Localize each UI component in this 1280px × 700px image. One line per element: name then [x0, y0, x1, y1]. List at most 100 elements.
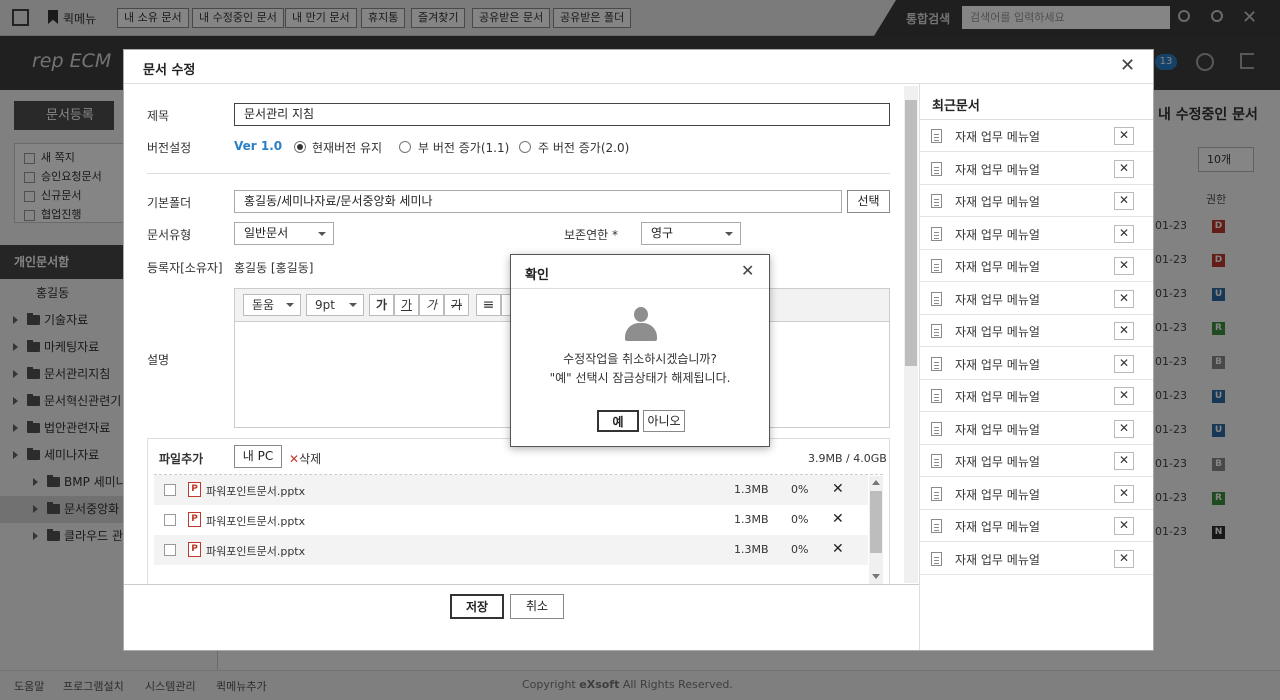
recent-remove-button[interactable]: ✕ — [1114, 517, 1134, 535]
recent-doc-item[interactable]: 자재 업무 메뉴얼 ✕ — [920, 218, 1153, 250]
close-icon: ✕ — [1119, 355, 1130, 370]
retention-label: 보존연한 * — [564, 228, 618, 242]
recent-doc-item[interactable]: 자재 업무 메뉴얼 ✕ — [920, 348, 1153, 380]
file-size: 1.3MB — [734, 543, 769, 556]
recent-remove-button[interactable]: ✕ — [1114, 289, 1134, 308]
file-checkbox[interactable] — [164, 484, 176, 496]
strike-button[interactable]: 가 — [444, 294, 469, 316]
recent-doc-item[interactable]: 자재 업무 메뉴얼 ✕ — [920, 445, 1153, 477]
align-left-button[interactable]: ≡ — [476, 294, 501, 316]
file-list-scrollbar[interactable] — [869, 476, 883, 584]
recent-doc-item[interactable]: 자재 업무 메뉴얼 ✕ — [920, 315, 1153, 347]
italic-button[interactable]: 가 — [419, 294, 444, 316]
recent-doc-item[interactable]: 자재 업무 메뉴얼 ✕ — [920, 478, 1153, 510]
owner-value: 홍길동 [홍길동] — [234, 261, 314, 275]
document-icon — [931, 194, 942, 208]
recent-remove-button[interactable]: ✕ — [1114, 419, 1134, 438]
close-icon: ✕ — [1119, 420, 1130, 435]
retention-select[interactable]: 영구 — [641, 222, 741, 245]
font-family-select[interactable]: 돋움 — [243, 294, 301, 316]
recent-doc-title: 자재 업무 메뉴얼 — [955, 195, 1040, 209]
recent-remove-button[interactable]: ✕ — [1114, 159, 1134, 178]
recent-doc-title: 자재 업무 메뉴얼 — [955, 162, 1040, 177]
file-row[interactable]: P 파워포인트문서.pptx 1.3MB 0% ✕ — [154, 475, 868, 505]
recent-doc-item[interactable]: 자재 업무 메뉴얼 ✕ — [920, 120, 1153, 152]
close-icon: ✕ — [1119, 323, 1130, 337]
doctype-value: 일반문서 — [244, 226, 289, 240]
title-input[interactable]: 문서관리 지침 — [234, 103, 890, 126]
file-remove-icon[interactable]: ✕ — [832, 481, 844, 497]
confirm-yes-button[interactable]: 예 — [597, 410, 639, 432]
confirm-message-2: "예" 선택시 잠금상태가 해제됩니다. — [549, 371, 731, 385]
font-size-value: 9pt — [315, 298, 335, 312]
file-remove-icon[interactable]: ✕ — [832, 511, 844, 527]
recent-remove-button[interactable]: ✕ — [1114, 549, 1134, 568]
recent-remove-button[interactable]: ✕ — [1114, 322, 1134, 340]
recent-docs-title: 최근문서 — [932, 99, 980, 114]
file-checkbox[interactable] — [164, 514, 176, 526]
confirm-dialog: 확인 ✕ 수정작업을 취소하시겠습니까? "예" 선택시 잠금상태가 해제됩니다… — [510, 254, 770, 447]
confirm-close-icon[interactable]: ✕ — [741, 261, 754, 280]
file-name: 파워포인트문서.pptx — [206, 485, 306, 498]
confirm-no-button[interactable]: 아니오 — [643, 410, 685, 432]
recent-doc-item[interactable]: 자재 업무 메뉴얼 ✕ — [920, 413, 1153, 445]
modal-title: 문서 수정 — [143, 63, 196, 78]
recent-doc-item[interactable]: 자재 업무 메뉴얼 ✕ — [920, 380, 1153, 412]
close-icon: ✕ — [1119, 290, 1130, 305]
recent-remove-button[interactable]: ✕ — [1114, 257, 1134, 275]
recent-remove-button[interactable]: ✕ — [1114, 452, 1134, 470]
radio-keep-version[interactable] — [294, 141, 306, 153]
file-row[interactable]: P 파워포인트문서.pptx 1.3MB 0% ✕ — [154, 535, 868, 565]
recent-doc-item[interactable]: 자재 업무 메뉴얼 ✕ — [920, 153, 1153, 185]
recent-doc-item[interactable]: 자재 업무 메뉴얼 ✕ — [920, 250, 1153, 282]
recent-remove-button[interactable]: ✕ — [1114, 192, 1134, 210]
scroll-up-icon[interactable] — [872, 480, 880, 485]
close-icon: ✕ — [1119, 550, 1130, 565]
font-size-select[interactable]: 9pt — [306, 294, 364, 316]
bold-button[interactable]: 가 — [369, 294, 394, 316]
file-delete-button[interactable]: ✕삭제 — [289, 450, 321, 467]
file-remove-icon[interactable]: ✕ — [832, 541, 844, 557]
user-icon — [624, 307, 658, 343]
scroll-down-icon[interactable] — [872, 574, 880, 579]
form-divider — [147, 173, 890, 174]
modal-scrollbar[interactable] — [904, 86, 918, 583]
recent-doc-item[interactable]: 자재 업무 메뉴얼 ✕ — [920, 543, 1153, 575]
recent-remove-button[interactable]: ✕ — [1114, 224, 1134, 243]
recent-doc-title: 자재 업무 메뉴얼 — [955, 130, 1040, 144]
recent-doc-item[interactable]: 자재 업무 메뉴얼 ✕ — [920, 510, 1153, 542]
save-button[interactable]: 저장 — [450, 594, 504, 619]
file-row[interactable]: P 파워포인트문서.pptx 1.3MB 0% ✕ — [154, 505, 868, 535]
my-pc-button[interactable]: 내 PC — [234, 445, 282, 468]
cancel-button[interactable]: 취소 — [510, 594, 564, 619]
recent-doc-item[interactable]: 자재 업무 메뉴얼 ✕ — [920, 185, 1153, 217]
modal-scroll-thumb[interactable] — [905, 100, 917, 366]
close-icon: ✕ — [1119, 193, 1130, 207]
file-scroll-thumb[interactable] — [870, 491, 882, 553]
file-name: 파워포인트문서.pptx — [206, 545, 306, 558]
folder-input[interactable]: 홍길동/세미나자료/문서중앙화 세미나 — [234, 190, 842, 213]
recent-remove-button[interactable]: ✕ — [1114, 387, 1134, 405]
recent-doc-title: 자재 업무 메뉴얼 — [955, 357, 1040, 372]
close-icon: ✕ — [1119, 518, 1130, 532]
radio-keep-version-label: 현재버전 유지 — [312, 141, 383, 155]
close-icon: ✕ — [1119, 128, 1130, 142]
recent-doc-item[interactable]: 자재 업무 메뉴얼 ✕ — [920, 283, 1153, 315]
recent-remove-button[interactable]: ✕ — [1114, 354, 1134, 373]
radio-minor-version[interactable] — [399, 141, 411, 153]
folder-select-button[interactable]: 선택 — [847, 190, 890, 213]
document-icon — [931, 291, 942, 306]
pptx-file-icon: P — [188, 542, 201, 557]
underline-button[interactable]: 가 — [394, 294, 419, 316]
confirm-header — [511, 255, 769, 289]
file-checkbox[interactable] — [164, 544, 176, 556]
close-icon: ✕ — [1119, 258, 1130, 272]
font-family-value: 돋움 — [252, 298, 275, 312]
document-icon — [931, 421, 942, 436]
recent-remove-button[interactable]: ✕ — [1114, 484, 1134, 503]
recent-doc-title: 자재 업무 메뉴얼 — [955, 422, 1040, 437]
recent-remove-button[interactable]: ✕ — [1114, 127, 1134, 145]
radio-major-version[interactable] — [519, 141, 531, 153]
doctype-select[interactable]: 일반문서 — [234, 222, 334, 245]
modal-close-icon[interactable]: ✕ — [1120, 55, 1135, 76]
